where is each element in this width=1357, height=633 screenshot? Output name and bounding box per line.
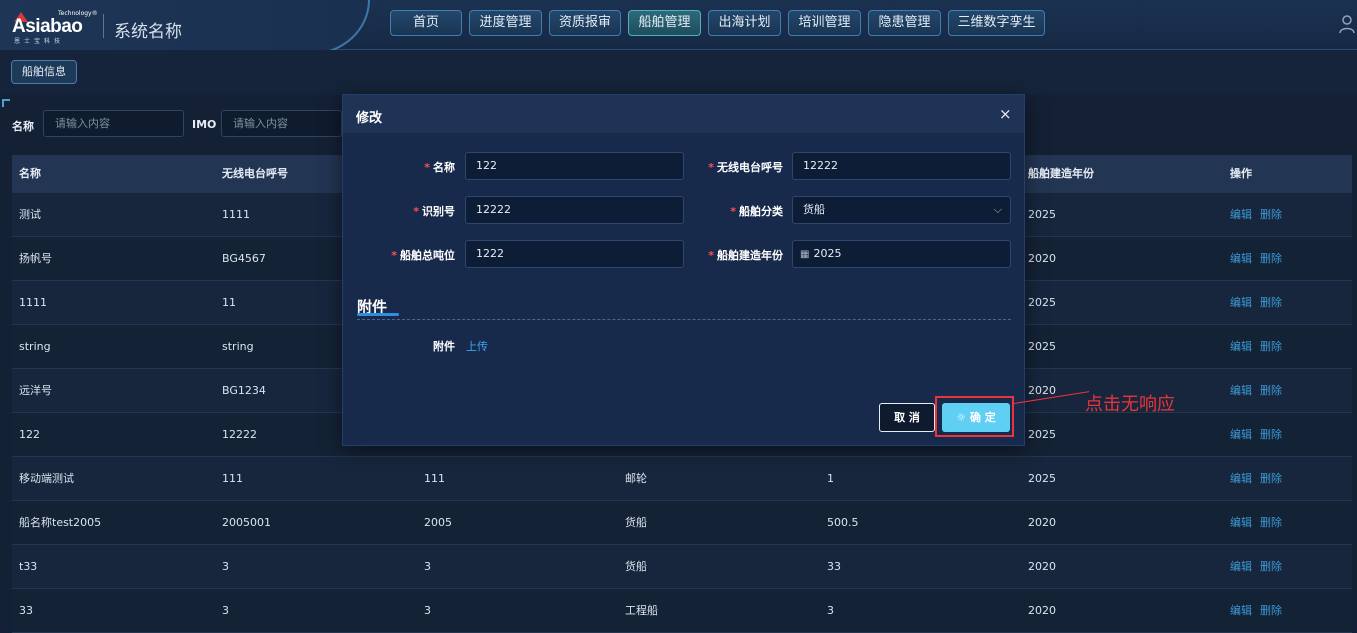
annotation-highlight-box <box>935 396 1014 437</box>
attachment-label: 附件 <box>433 340 455 353</box>
name-field[interactable]: 122 <box>465 152 684 180</box>
name-field-label: * 名称 <box>424 161 455 174</box>
section-underline <box>357 313 399 316</box>
dialog-title: 修改 <box>356 111 383 126</box>
year-picker-value: 2025 <box>813 247 842 260</box>
annotation-text: 点击无响应 <box>1085 394 1175 415</box>
callsign-field-label: * 无线电台呼号 <box>708 161 783 174</box>
category-select[interactable]: 货船 ⌵ <box>792 196 1011 224</box>
upload-link[interactable]: 上传 <box>466 338 488 354</box>
category-select-value: 货船 <box>803 203 825 216</box>
category-field-label: * 船舶分类 <box>730 205 783 218</box>
section-divider <box>357 319 1011 320</box>
dialog-header <box>343 95 1024 133</box>
tonnage-field-label: * 船舶总吨位 <box>391 249 455 262</box>
edit-dialog: 修改 × * 名称 122 * 无线电台呼号 12222 * 识别号 12222 * 船… <box>342 94 1025 446</box>
id-field-label: * 识别号 <box>413 205 455 218</box>
id-field[interactable]: 12222 <box>465 196 684 224</box>
chevron-down-icon: ⌵ <box>993 203 1002 216</box>
tonnage-field[interactable]: 1222 <box>465 240 684 268</box>
calendar-icon: ▦ <box>800 249 810 260</box>
cancel-button[interactable]: 取 消 <box>879 403 935 432</box>
callsign-field[interactable]: 12222 <box>792 152 1011 180</box>
year-field-label: * 船舶建造年份 <box>708 249 783 262</box>
year-picker[interactable]: ▦ 2025 <box>792 240 1011 268</box>
close-icon[interactable]: × <box>999 105 1012 123</box>
